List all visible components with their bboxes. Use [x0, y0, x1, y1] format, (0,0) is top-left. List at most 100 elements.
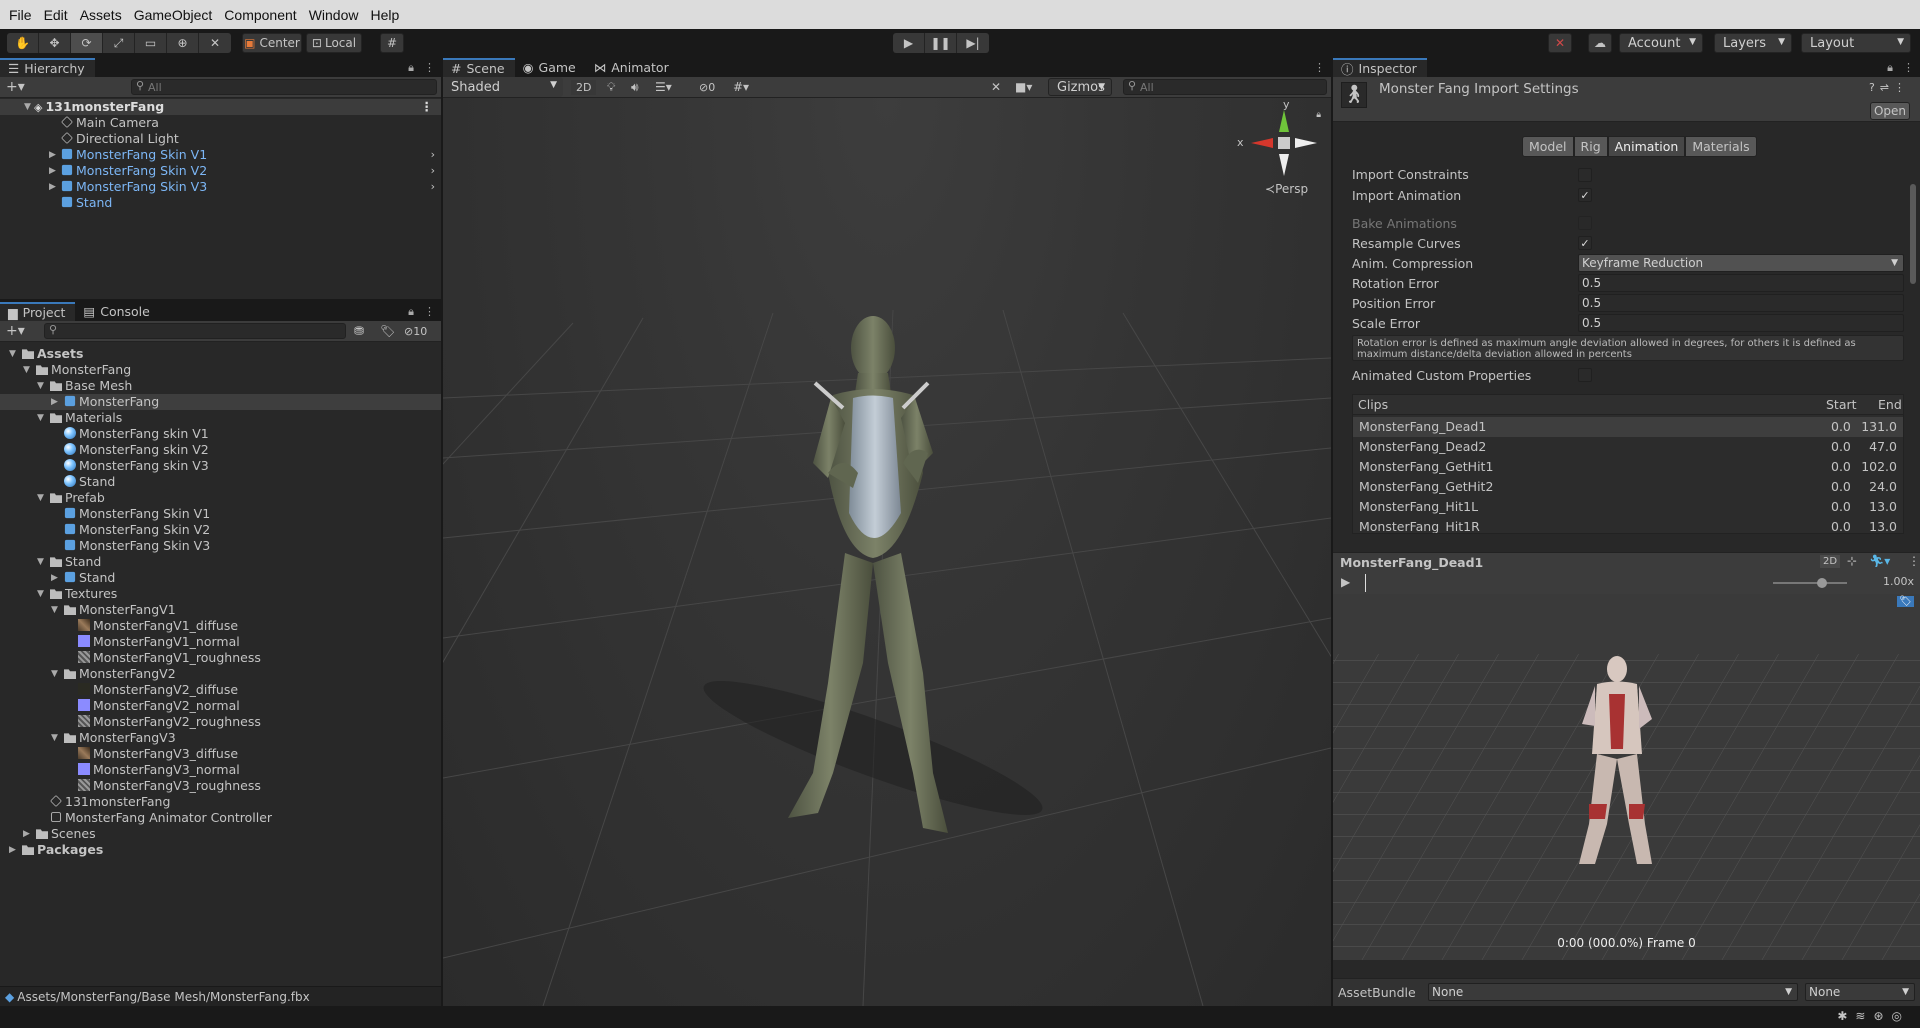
- rotate-tool-icon[interactable]: ⟳: [71, 33, 103, 53]
- layers-dropdown[interactable]: Layers ▼: [1714, 33, 1792, 53]
- assetbundle-variant-dropdown[interactable]: None ▼: [1805, 983, 1915, 1001]
- grid-toggle-icon[interactable]: #▾: [733, 80, 749, 94]
- chevron-down-icon[interactable]: ▼: [37, 586, 44, 602]
- project-item[interactable]: ▼ Assets: [0, 346, 441, 362]
- chevron-right-icon[interactable]: ▶: [51, 394, 58, 410]
- resample-curves-checkbox[interactable]: ✓: [1578, 236, 1592, 250]
- tab-rig[interactable]: Rig: [1573, 136, 1608, 157]
- scale-error-field[interactable]: 0.5: [1578, 314, 1904, 332]
- project-item[interactable]: MonsterFangV1_normal: [0, 634, 441, 650]
- clip-row[interactable]: MonsterFang_Hit1L 0.0 13.0: [1353, 497, 1903, 517]
- project-item[interactable]: ▶ Scenes: [0, 826, 441, 842]
- tab-scene[interactable]: # Scene: [443, 58, 515, 77]
- camera-icon[interactable]: ■▾: [1015, 80, 1032, 94]
- timeline-cursor[interactable]: [1365, 574, 1366, 592]
- chevron-right-icon[interactable]: ▶: [49, 179, 56, 195]
- lighting-icon[interactable]: 💡︎: [607, 80, 615, 95]
- tab-animator[interactable]: ⋈ Animator: [586, 58, 679, 77]
- tab-inspector[interactable]: ⓘ Inspector: [1333, 58, 1427, 77]
- project-item[interactable]: MonsterFangV1_roughness: [0, 650, 441, 666]
- project-item[interactable]: MonsterFang Skin V3: [0, 538, 441, 554]
- clip-row[interactable]: MonsterFang_GetHit2 0.0 24.0: [1353, 477, 1903, 497]
- clip-row[interactable]: MonsterFang_Dead2 0.0 47.0: [1353, 437, 1903, 457]
- more-icon[interactable]: ⋮: [424, 61, 435, 75]
- chevron-right-icon[interactable]: ▶: [9, 842, 16, 858]
- scale-tool-icon[interactable]: ⤢: [103, 33, 135, 53]
- play-button[interactable]: ▶: [893, 33, 925, 53]
- chevron-down-icon[interactable]: ▼: [51, 602, 58, 618]
- project-item[interactable]: MonsterFangV2_normal: [0, 698, 441, 714]
- more-icon[interactable]: ⋮: [1908, 554, 1920, 568]
- open-prefab-icon[interactable]: ›: [431, 179, 435, 195]
- more-icon[interactable]: ⋮: [424, 305, 435, 319]
- preview-2d-button[interactable]: 2D: [1820, 555, 1841, 568]
- shading-mode-dropdown[interactable]: Shaded ▼: [443, 77, 563, 97]
- project-item[interactable]: ▼ Materials: [0, 410, 441, 426]
- project-item[interactable]: ▼ MonsterFangV1: [0, 602, 441, 618]
- menu-assets[interactable]: Assets: [76, 7, 130, 23]
- audio-icon[interactable]: 🔊︎: [631, 80, 639, 95]
- project-item[interactable]: MonsterFang skin V1: [0, 426, 441, 442]
- lock-icon[interactable]: 🔒︎: [1887, 61, 1893, 75]
- clip-row[interactable]: MonsterFang_Dead1 0.0 131.0: [1353, 417, 1903, 437]
- project-item[interactable]: MonsterFang Animator Controller: [0, 810, 441, 826]
- grid-snap-button[interactable]: #: [380, 33, 404, 53]
- import-constraints-checkbox[interactable]: [1578, 168, 1592, 182]
- chevron-down-icon[interactable]: ▼: [51, 730, 58, 746]
- chevron-down-icon[interactable]: ▼: [9, 346, 16, 362]
- chevron-right-icon[interactable]: ▶: [49, 147, 56, 163]
- hierarchy-item[interactable]: ▶ › MonsterFang Skin V3: [0, 179, 441, 195]
- chevron-down-icon[interactable]: ▼: [23, 362, 30, 378]
- tab-animation[interactable]: Animation: [1607, 136, 1686, 157]
- assetbundle-dropdown[interactable]: None ▼: [1428, 983, 1798, 1001]
- project-item[interactable]: MonsterFang skin V2: [0, 442, 441, 458]
- project-search-input[interactable]: [44, 323, 346, 339]
- hierarchy-item[interactable]: ▶ › MonsterFang Skin V1: [0, 147, 441, 163]
- hierarchy-item[interactable]: ▶ › MonsterFang Skin V2: [0, 163, 441, 179]
- more-icon[interactable]: ⋮: [1894, 81, 1910, 94]
- anim-compression-dropdown[interactable]: Keyframe Reduction ▼: [1578, 254, 1904, 272]
- 2d-toggle-button[interactable]: 2D: [571, 79, 597, 95]
- cloud-button[interactable]: ☁: [1588, 33, 1612, 53]
- tag-icon[interactable]: 🏷︎: [1897, 596, 1914, 607]
- tab-hierarchy[interactable]: ☰ Hierarchy: [0, 58, 95, 77]
- lock-icon[interactable]: 🔒︎: [408, 61, 414, 75]
- chevron-right-icon[interactable]: ▶: [23, 826, 30, 842]
- project-item[interactable]: ▼ Prefab: [0, 490, 441, 506]
- transform-tool-icon[interactable]: ⊕: [167, 33, 199, 53]
- clip-row[interactable]: MonsterFang_GetHit1 0.0 102.0: [1353, 457, 1903, 477]
- hierarchy-search-input[interactable]: All: [131, 79, 437, 95]
- menu-gameobject[interactable]: GameObject: [130, 7, 221, 23]
- speed-slider[interactable]: [1773, 578, 1847, 588]
- filter-type-icon[interactable]: ⛃: [354, 324, 364, 338]
- scene-search-input[interactable]: All: [1123, 79, 1327, 95]
- effects-icon[interactable]: ☰▾: [655, 80, 672, 94]
- animation-preview[interactable]: 0:00 (000.0%) Frame 0 🏷︎: [1333, 594, 1920, 960]
- open-button[interactable]: Open: [1870, 102, 1910, 120]
- project-item[interactable]: Stand: [0, 474, 441, 490]
- project-item[interactable]: MonsterFang Skin V2: [0, 522, 441, 538]
- project-item[interactable]: ▶ MonsterFang: [0, 394, 441, 410]
- hierarchy-item[interactable]: Directional Light: [0, 131, 441, 147]
- rect-tool-icon[interactable]: ▭: [135, 33, 167, 53]
- custom-tool-icon[interactable]: ✕: [199, 33, 231, 53]
- hidden-objects-button[interactable]: ⊘0: [699, 81, 715, 94]
- project-item[interactable]: MonsterFangV1_diffuse: [0, 618, 441, 634]
- inspector-scrollbar[interactable]: [1910, 124, 1918, 604]
- project-item[interactable]: ▶ Packages: [0, 842, 441, 858]
- menu-window[interactable]: Window: [305, 7, 367, 23]
- menu-component[interactable]: Component: [220, 7, 304, 23]
- lock-icon[interactable]: 🔒︎: [408, 305, 414, 319]
- add-icon[interactable]: +▾: [6, 79, 25, 95]
- chevron-down-icon[interactable]: ▼: [37, 554, 44, 570]
- project-item[interactable]: MonsterFangV3_diffuse: [0, 746, 441, 762]
- import-animation-checkbox[interactable]: ✓: [1578, 188, 1592, 202]
- speed-slider-thumb[interactable]: [1817, 578, 1827, 588]
- help-icon[interactable]: ?: [1869, 81, 1880, 94]
- pause-button[interactable]: ❚❚: [925, 33, 957, 53]
- play-icon[interactable]: ▶: [1341, 575, 1350, 589]
- project-item[interactable]: MonsterFangV3_normal: [0, 762, 441, 778]
- move-tool-icon[interactable]: ✥: [39, 33, 71, 53]
- scene-viewport[interactable]: x y ≺Persp 🔒︎: [443, 98, 1331, 1006]
- persp-toggle[interactable]: ≺Persp: [1265, 182, 1308, 196]
